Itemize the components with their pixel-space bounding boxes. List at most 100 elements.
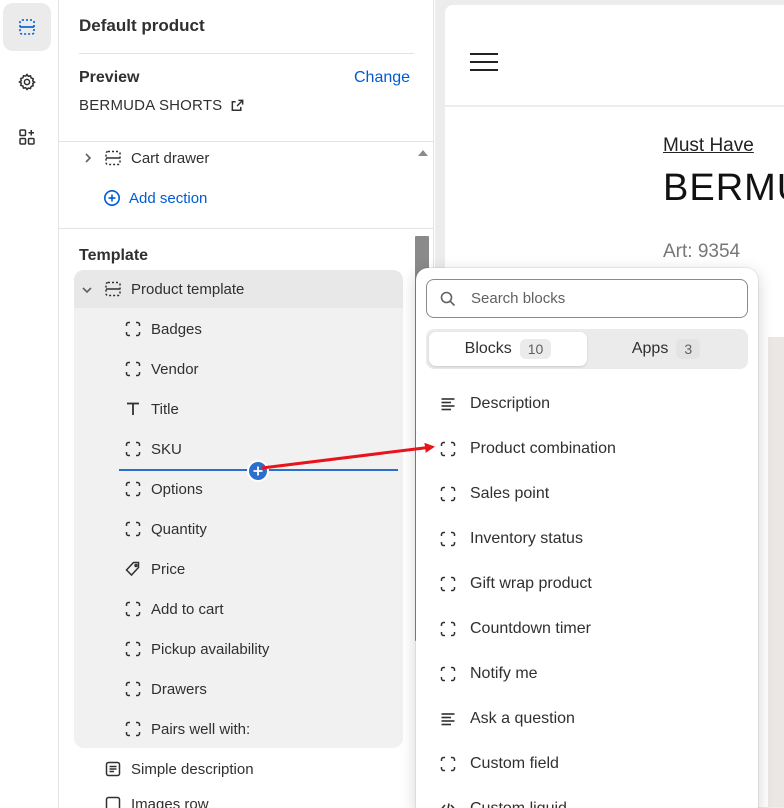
left-rail (0, 0, 59, 808)
picker-item-label: Description (470, 395, 551, 412)
block-label: Pickup availability (151, 640, 270, 658)
picker-item-product-combination[interactable]: Product combination (438, 434, 616, 464)
section-icon (103, 148, 123, 168)
block-icon (438, 529, 458, 549)
picker-item-label: Custom liquid (470, 800, 567, 808)
block-item-badges[interactable]: Badges (123, 311, 202, 347)
block-picker-popover: Blocks 10 Apps 3 Description Product comb… (416, 268, 758, 808)
picker-item-inventory-status[interactable]: Inventory status (438, 524, 583, 554)
section-images-row[interactable]: Images row (103, 786, 209, 808)
block-label: Add to cart (151, 600, 224, 618)
block-icon (438, 754, 458, 774)
section-cart-drawer[interactable]: Cart drawer (103, 140, 209, 176)
tab-apps[interactable]: Apps 3 (587, 332, 745, 366)
block-label: Options (151, 480, 203, 498)
block-label: Vendor (151, 360, 199, 378)
apps-rail-button[interactable] (3, 113, 51, 161)
picker-item-countdown-timer[interactable]: Countdown timer (438, 614, 591, 644)
chevron-right-icon[interactable] (81, 151, 95, 165)
block-icon (438, 619, 458, 639)
picker-item-custom-field[interactable]: Custom field (438, 749, 559, 779)
change-preview-link[interactable]: Change (354, 69, 410, 87)
block-icon (123, 439, 143, 459)
picker-item-label: Inventory status (470, 530, 583, 547)
picker-item-label: Custom field (470, 755, 559, 772)
picker-item-notify-me[interactable]: Notify me (438, 659, 538, 689)
block-icon (438, 664, 458, 684)
block-label: Pairs well with: (151, 720, 251, 738)
block-item-vendor[interactable]: Vendor (123, 351, 199, 387)
block-item-sku[interactable]: SKU (123, 431, 182, 467)
block-item-pickup-availability[interactable]: Pickup availability (123, 631, 269, 667)
picker-item-description[interactable]: Description (438, 389, 550, 419)
tab-blocks[interactable]: Blocks 10 (429, 332, 587, 366)
divider (59, 228, 433, 229)
code-icon (438, 799, 458, 808)
block-icon (123, 679, 143, 699)
text-block-icon (103, 759, 123, 779)
block-icon (123, 719, 143, 739)
insert-block-button[interactable] (247, 460, 269, 482)
section-label: Cart drawer (131, 149, 210, 167)
preview-label: Preview (79, 69, 140, 86)
picker-item-label: Product combination (470, 440, 616, 457)
picker-item-ask-a-question[interactable]: Ask a question (438, 704, 575, 734)
block-label: Price (151, 560, 186, 578)
plus-icon (253, 466, 263, 476)
external-link-icon[interactable] (230, 98, 245, 113)
section-simple-description[interactable]: Simple description (103, 751, 254, 787)
preview-product[interactable]: BERMUDA SHORTS (79, 97, 245, 114)
picker-tabs: Blocks 10 Apps 3 (426, 329, 748, 369)
picker-item-label: Gift wrap product (470, 575, 592, 592)
section-label: Simple description (131, 760, 254, 778)
add-section-label: Add section (129, 189, 208, 207)
block-icon (123, 639, 143, 659)
image-icon (103, 794, 123, 808)
gear-icon (18, 73, 36, 91)
chevron-down-icon[interactable] (80, 283, 94, 297)
apps-add-icon (19, 129, 35, 145)
block-icon (438, 484, 458, 504)
count-badge: 10 (519, 339, 552, 359)
product-sku: Art: 9354 (663, 241, 741, 262)
editor-sidebar: Default product Preview Change BERMUDA S… (59, 0, 434, 808)
block-icon (123, 359, 143, 379)
search-blocks-field[interactable] (426, 279, 748, 318)
block-item-quantity[interactable]: Quantity (123, 511, 207, 547)
text-lines-icon (438, 394, 458, 414)
product-title: BERMU (663, 167, 784, 209)
sections-rail-button[interactable] (3, 3, 51, 51)
settings-rail-button[interactable] (3, 58, 51, 106)
picker-item-gift-wrap-product[interactable]: Gift wrap product (438, 569, 592, 599)
picker-item-label: Notify me (470, 665, 538, 682)
block-item-price[interactable]: Price (123, 551, 185, 587)
collection-link[interactable]: Must Have (663, 135, 754, 157)
add-section-button[interactable]: Add section (103, 189, 207, 207)
store-header (445, 5, 784, 105)
picker-item-sales-point[interactable]: Sales point (438, 479, 549, 509)
section-product-template[interactable]: Product template (103, 271, 244, 307)
tab-label: Apps (631, 340, 669, 357)
block-label: SKU (151, 440, 182, 458)
block-label: Badges (151, 320, 202, 338)
sections-icon (19, 19, 35, 35)
block-icon (123, 319, 143, 339)
menu-icon[interactable] (470, 53, 498, 71)
scroll-up-arrow[interactable] (418, 150, 428, 156)
block-item-drawers[interactable]: Drawers (123, 671, 207, 707)
block-label: Quantity (151, 520, 207, 538)
section-label: Images row (131, 795, 209, 808)
block-item-title[interactable]: Title (123, 391, 179, 427)
block-item-pairs-well-with[interactable]: Pairs well with: (123, 711, 250, 747)
text-lines-icon (438, 709, 458, 729)
search-blocks-input[interactable] (471, 290, 721, 307)
picker-item-custom-liquid[interactable]: Custom liquid (438, 794, 567, 808)
section-icon (103, 279, 123, 299)
price-tag-icon (123, 559, 143, 579)
block-label: Drawers (151, 680, 207, 698)
block-icon (123, 519, 143, 539)
block-icon (438, 574, 458, 594)
block-item-options[interactable]: Options (123, 471, 203, 507)
block-icon (123, 599, 143, 619)
block-item-add-to-cart[interactable]: Add to cart (123, 591, 224, 627)
